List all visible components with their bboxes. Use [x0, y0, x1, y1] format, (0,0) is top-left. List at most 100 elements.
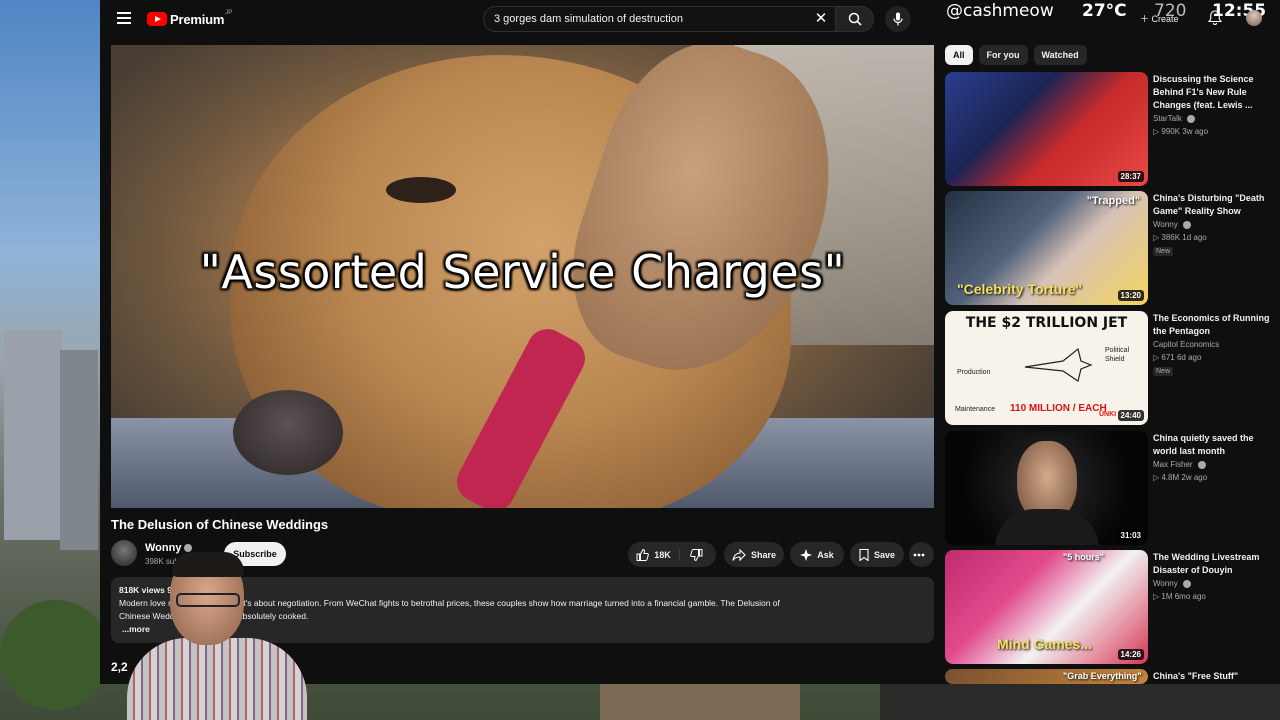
- recommendation-channel[interactable]: Wonny: [1153, 220, 1191, 229]
- search-input[interactable]: [494, 13, 804, 25]
- chip-all[interactable]: All: [945, 45, 973, 65]
- recommendation-channel[interactable]: Capitol Economics: [1153, 340, 1219, 349]
- dog-eye: [386, 177, 456, 203]
- microphone-icon: [893, 12, 903, 26]
- menu-icon[interactable]: [117, 12, 131, 24]
- thumbnail-text-bottom: "Celebrity Torture": [957, 281, 1083, 297]
- bookmark-icon: [859, 548, 869, 561]
- thumbnail-label-unki: UNKI: [1099, 411, 1117, 418]
- create-label: Create: [1151, 14, 1179, 24]
- video-thumbnail[interactable]: "Trapped" "Celebrity Torture" 13:20: [945, 191, 1148, 305]
- tree: [0, 600, 110, 710]
- recommendation-title[interactable]: Discussing the Science Behind F1's New R…: [1153, 73, 1273, 112]
- video-player[interactable]: "Assorted Service Charges": [111, 45, 934, 508]
- like-button[interactable]: 18K: [636, 548, 680, 561]
- voice-search-button[interactable]: [885, 6, 911, 32]
- logo-region: JP: [225, 10, 233, 16]
- video-duration: 14:26: [1117, 649, 1144, 660]
- meta-text: 671 6d ago: [1161, 353, 1202, 362]
- verified-icon: [1183, 579, 1191, 588]
- streamer-shirt: [127, 638, 307, 720]
- video-thumbnail[interactable]: 28:37: [945, 72, 1148, 186]
- recommendation-item[interactable]: "5 hours" Mind Games... 14:26 The Weddin…: [945, 550, 1275, 664]
- channel-text: Wonny: [1153, 579, 1178, 588]
- recommendation-channel[interactable]: StarTalk: [1153, 114, 1196, 123]
- chip-for-you[interactable]: For you: [978, 45, 1028, 65]
- jet-drawing-icon: [1024, 347, 1093, 382]
- streamer-hair: [172, 552, 244, 577]
- thumbnail-price: 110 MILLION / EACH: [1010, 403, 1107, 414]
- search-button[interactable]: [836, 6, 874, 32]
- verified-icon: [1187, 114, 1196, 123]
- video-thumbnail[interactable]: THE $2 TRILLION JET Production Maintenan…: [945, 311, 1148, 425]
- chip-watched[interactable]: Watched: [1033, 45, 1087, 65]
- recommendation-channel[interactable]: Wonny: [1153, 579, 1191, 588]
- thumbnail-label-production: Production: [957, 369, 991, 376]
- recommendation-item[interactable]: THE $2 TRILLION JET Production Maintenan…: [945, 311, 1275, 425]
- recommendation-item[interactable]: "Grab Everything" China's "Free Stuff": [945, 669, 1275, 684]
- thumbnail-label-maintenance: Maintenance: [955, 406, 996, 413]
- save-label: Save: [873, 549, 896, 560]
- meta-text: 1M 6mo ago: [1161, 592, 1206, 601]
- streamer-handle: @cashmeow: [946, 1, 1054, 21]
- streamer-glasses: [176, 593, 240, 607]
- create-button[interactable]: ＋ Create: [1140, 12, 1179, 25]
- thumbnail-text-bottom: Mind Games...: [997, 636, 1092, 652]
- recommendation-item[interactable]: 31:03 China quietly saved the world last…: [945, 431, 1275, 545]
- recommendation-meta: ▷ 671 6d ago: [1153, 353, 1202, 362]
- logo-text: Premium: [170, 11, 225, 27]
- building: [880, 684, 1280, 720]
- recommendation-title[interactable]: The Economics of Running the Pentagon: [1153, 312, 1273, 338]
- user-avatar[interactable]: [1246, 10, 1262, 26]
- thumbs-up-icon: [636, 548, 650, 561]
- thumbnail-text-top: "Grab Everything": [1063, 671, 1142, 681]
- ask-label: Ask: [817, 549, 834, 560]
- dog-nose: [233, 390, 343, 475]
- more-horizontal-icon: [913, 553, 925, 556]
- recommendation-title[interactable]: China's "Free Stuff": [1153, 670, 1273, 683]
- thumbnail-label-shield: Political Shield: [1105, 347, 1130, 363]
- recommendation-title[interactable]: China's Disturbing "Death Game" Reality …: [1153, 192, 1273, 218]
- video-duration: 13:20: [1117, 290, 1144, 301]
- video-caption: "Assorted Service Charges": [199, 245, 846, 299]
- new-badge: New: [1153, 367, 1174, 376]
- recommendation-meta: ▷ 1M 6mo ago: [1153, 592, 1206, 601]
- thumbnail-text-top: "5 hours": [1063, 552, 1105, 562]
- recommendation-item[interactable]: "Trapped" "Celebrity Torture" 13:20 Chin…: [945, 191, 1275, 305]
- video-thumbnail[interactable]: 31:03: [945, 431, 1148, 545]
- more-actions-button[interactable]: [909, 542, 934, 567]
- video-duration: 31:03: [1117, 530, 1144, 541]
- share-icon: [732, 548, 746, 561]
- like-count: 18K: [654, 549, 671, 560]
- video-thumbnail[interactable]: "Grab Everything": [945, 669, 1148, 684]
- ask-button[interactable]: Ask: [790, 542, 844, 567]
- channel-text: Max Fisher: [1153, 460, 1193, 469]
- recommendation-title[interactable]: The Wedding Livestream Disaster of Douyi…: [1153, 551, 1273, 577]
- recommendation-title[interactable]: China quietly saved the world last month: [1153, 432, 1273, 458]
- video-duration: 24:40: [1117, 410, 1144, 421]
- thumbnail-title: THE $2 TRILLION JET: [965, 315, 1128, 331]
- portrait-suit: [995, 509, 1099, 545]
- channel-text: StarTalk: [1153, 114, 1182, 123]
- recommendation-item[interactable]: 28:37 Discussing the Science Behind F1's…: [945, 72, 1275, 186]
- search-box: ✕: [483, 6, 836, 32]
- video-thumbnail[interactable]: "5 hours" Mind Games... 14:26: [945, 550, 1148, 664]
- youtube-play-icon: [147, 12, 167, 26]
- dislike-button[interactable]: [680, 548, 708, 561]
- share-button[interactable]: Share: [724, 542, 784, 567]
- share-label: Share: [750, 549, 776, 560]
- youtube-premium-logo[interactable]: Premium JP: [147, 10, 233, 27]
- building: [600, 684, 800, 720]
- video-title: The Delusion of Chinese Weddings: [111, 517, 329, 532]
- video-duration: 28:37: [1117, 171, 1144, 182]
- sparkle-icon: [800, 548, 813, 561]
- meta-text: 386K 1d ago: [1161, 233, 1207, 242]
- recommendation-channel[interactable]: Max Fisher: [1153, 460, 1206, 469]
- notifications-bell-icon[interactable]: [1208, 10, 1222, 25]
- thumbs-down-icon: [689, 548, 703, 561]
- recommendation-meta: ▷ 990K 3w ago: [1153, 127, 1209, 136]
- clear-search-icon[interactable]: ✕: [814, 11, 828, 26]
- recommendation-meta: ▷ 4.8M 2w ago: [1153, 473, 1208, 482]
- meta-text: 990K 3w ago: [1161, 127, 1209, 136]
- save-button[interactable]: Save: [850, 542, 904, 567]
